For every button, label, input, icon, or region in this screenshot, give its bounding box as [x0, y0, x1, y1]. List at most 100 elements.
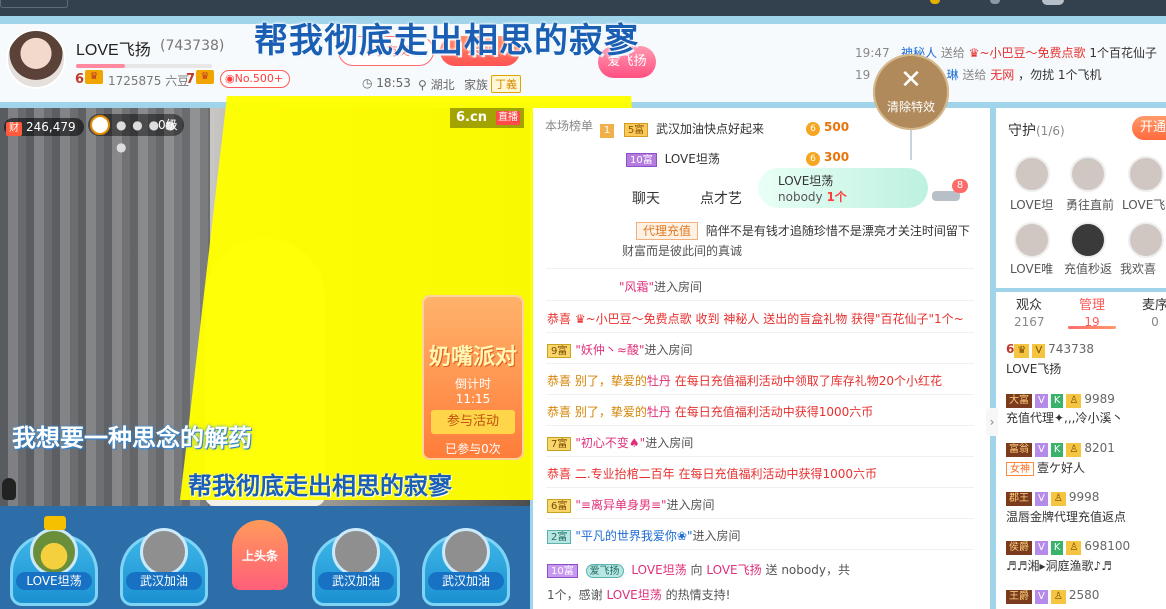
car-icon[interactable]: 8	[932, 179, 968, 203]
chat-text: 收到	[695, 312, 720, 326]
session-rank-label[interactable]: 本场榜单	[540, 114, 598, 154]
chat-divider	[546, 549, 974, 550]
crown-icon: ♛	[1014, 344, 1030, 358]
viewer-row[interactable]: 6 ♛ V 743738	[1006, 342, 1094, 358]
viewer-name[interactable]: ♬♬湘▸洞庭渔歌♪♬	[1006, 557, 1112, 574]
guard-avatar[interactable]	[1128, 156, 1164, 192]
fan-badge: 爱飞扬	[585, 564, 624, 578]
tab-mic-queue[interactable]: 麦序 0	[1140, 298, 1166, 330]
guard-avatar[interactable]	[1014, 156, 1050, 192]
viewer-row[interactable]: 王爵 V ♙ 2580	[1006, 588, 1099, 604]
seat-5[interactable]: 武汉加油	[418, 520, 514, 606]
wealth-value: 246,479	[26, 120, 76, 134]
chat-user[interactable]: "风霜"	[619, 280, 654, 294]
top-tab[interactable]	[0, 0, 68, 8]
guard-name: LOVE飞	[1122, 198, 1166, 212]
tab-talent[interactable]: 点才艺	[700, 188, 742, 208]
chat-message-cont: 财富而是彼此间的真诚	[622, 244, 743, 258]
viewer-name[interactable]: 温唇金牌代理充值返点	[1006, 508, 1126, 525]
headline-button[interactable]: 上头条	[232, 520, 288, 590]
chat-text: 进入房间	[692, 529, 741, 543]
level-text: 0级	[158, 118, 178, 132]
viewer-row[interactable]: 郡王 V ♙ 9998	[1006, 490, 1099, 506]
chat-message: 10富 爱飞扬 LOVE坦荡 向 LOVE飞扬 送 nobody，共	[547, 561, 850, 578]
viewer-name[interactable]: LOVE飞扬	[1006, 360, 1061, 377]
seat-4[interactable]: 武汉加油	[308, 520, 404, 606]
seat-1[interactable]: LOVE坦荡	[6, 516, 102, 606]
clear-effects-button[interactable]: ✕ 清除特效	[873, 54, 949, 130]
chat-user[interactable]: 牡丹	[647, 374, 671, 388]
top-user-icon[interactable]	[1042, 0, 1064, 5]
open-guard-button[interactable]: 开通	[1132, 116, 1166, 140]
tab-count: 0	[1151, 315, 1159, 329]
tab-audience[interactable]: 观众 2167	[1014, 298, 1045, 330]
k-badge: K	[1050, 541, 1064, 555]
level-progress	[76, 64, 212, 68]
anchor-avatar[interactable]	[6, 29, 66, 89]
anchor-name[interactable]: LOVE飞扬	[76, 36, 151, 60]
chat-user[interactable]: "妖仲丶≈酸"	[575, 343, 644, 357]
v-badge: V	[1035, 443, 1048, 457]
chat-user[interactable]: "初心不变♠"	[575, 436, 645, 450]
tab-chat[interactable]: 聊天	[632, 188, 660, 208]
guard-avatar[interactable]	[1070, 222, 1106, 258]
chat-message: 恭喜 别了，挚爱的牡丹 在每日充值福利活动中获得1000六币	[547, 403, 873, 420]
viewer-name[interactable]: 充值代理✦,,,冷小溪丶	[1006, 409, 1124, 426]
chat-text: 进入房间	[666, 498, 715, 512]
chat-text: 在每日充值福利活动中获得1000六币	[674, 405, 874, 419]
viewer-row[interactable]: 侯爵 V K ♙ 698100	[1006, 539, 1130, 555]
join-activity-button[interactable]: 参与活动	[431, 410, 515, 434]
tab-count: 2167	[1014, 315, 1045, 329]
rank-row[interactable]: 1 5富 武汉加油快点好起来 6 500	[600, 120, 849, 138]
chat-text: 送	[765, 563, 778, 577]
location-text: 湖北	[430, 78, 455, 92]
chat-text: 的热情支持!	[665, 588, 731, 602]
chat-divider	[546, 425, 974, 426]
top-coin-icon[interactable]	[930, 0, 940, 4]
guard-count: (1/6)	[1036, 124, 1065, 138]
chat-user[interactable]: 别了，挚爱的	[575, 374, 647, 388]
top-bell-icon[interactable]	[990, 0, 1000, 4]
seat-avatar[interactable]	[30, 528, 78, 576]
tab-label: 管理	[1078, 298, 1105, 313]
family-tag[interactable]: 丁義	[491, 75, 521, 93]
chat-user[interactable]: LOVE坦荡	[606, 588, 661, 602]
chat-user[interactable]: LOVE飞扬	[706, 563, 761, 577]
rank-badge[interactable]: ◉No.500+	[220, 70, 291, 88]
manager-badge: ♙	[1066, 443, 1082, 457]
chat-user[interactable]: "≡离异单身男≡"	[575, 498, 666, 512]
viewer-row[interactable]: 富翁 V K ♙ 8201	[1006, 441, 1115, 457]
guard-avatar[interactable]	[1128, 222, 1164, 258]
viewer-row[interactable]: 大富 V K ♙ 9989	[1006, 392, 1115, 408]
seat-avatar[interactable]	[140, 528, 188, 576]
seat-2[interactable]: 武汉加油	[116, 520, 212, 606]
active-tab-underline	[1068, 326, 1116, 329]
rank-value: 500	[824, 120, 850, 134]
recharge-tag[interactable]: 代理充值	[636, 222, 699, 240]
chat-user[interactable]: "平凡的世界我爱你❀"	[575, 529, 692, 543]
chat-user[interactable]: ♛~小巴豆～免费点歌	[575, 312, 692, 326]
chat-text: 送出的盲盒礼物 获得"百花仙子"1个~	[763, 312, 964, 326]
chat-user[interactable]: 二.专业抬棺二百年	[575, 467, 675, 481]
chat-user[interactable]: 神秘人	[723, 312, 759, 326]
guard-avatar[interactable]	[1014, 222, 1050, 258]
msg-target[interactable]: 无网	[990, 68, 1014, 82]
msg-target[interactable]: ♛~小巴豆～免费点歌	[969, 46, 1086, 60]
chat-user[interactable]: 别了，挚爱的	[575, 405, 647, 419]
viewer-name-row[interactable]: 女神 壹ケ好人	[1006, 459, 1085, 476]
activity-card[interactable]: 奶嘴派对 倒计时 11:15 参与活动 已参与0次	[422, 295, 524, 460]
seat-avatar[interactable]	[332, 528, 380, 576]
microphone-icon[interactable]	[2, 478, 16, 500]
manager-badge: ♙	[1066, 394, 1082, 408]
chat-user[interactable]: 牡丹	[647, 405, 671, 419]
chat-divider	[546, 300, 974, 301]
chat-divider	[546, 394, 974, 395]
collapse-arrow-icon[interactable]: ›	[986, 408, 998, 436]
chat-user[interactable]: LOVE坦荡	[631, 563, 686, 577]
seat-avatar[interactable]	[442, 528, 490, 576]
guard-avatar[interactable]	[1070, 156, 1106, 192]
close-icon: ✕	[900, 65, 922, 95]
pin-icon: ⚲	[418, 78, 431, 92]
location: ⚲ 湖北	[418, 76, 455, 93]
rank-row[interactable]: 10富 LOVE坦荡 6 300	[626, 150, 849, 167]
